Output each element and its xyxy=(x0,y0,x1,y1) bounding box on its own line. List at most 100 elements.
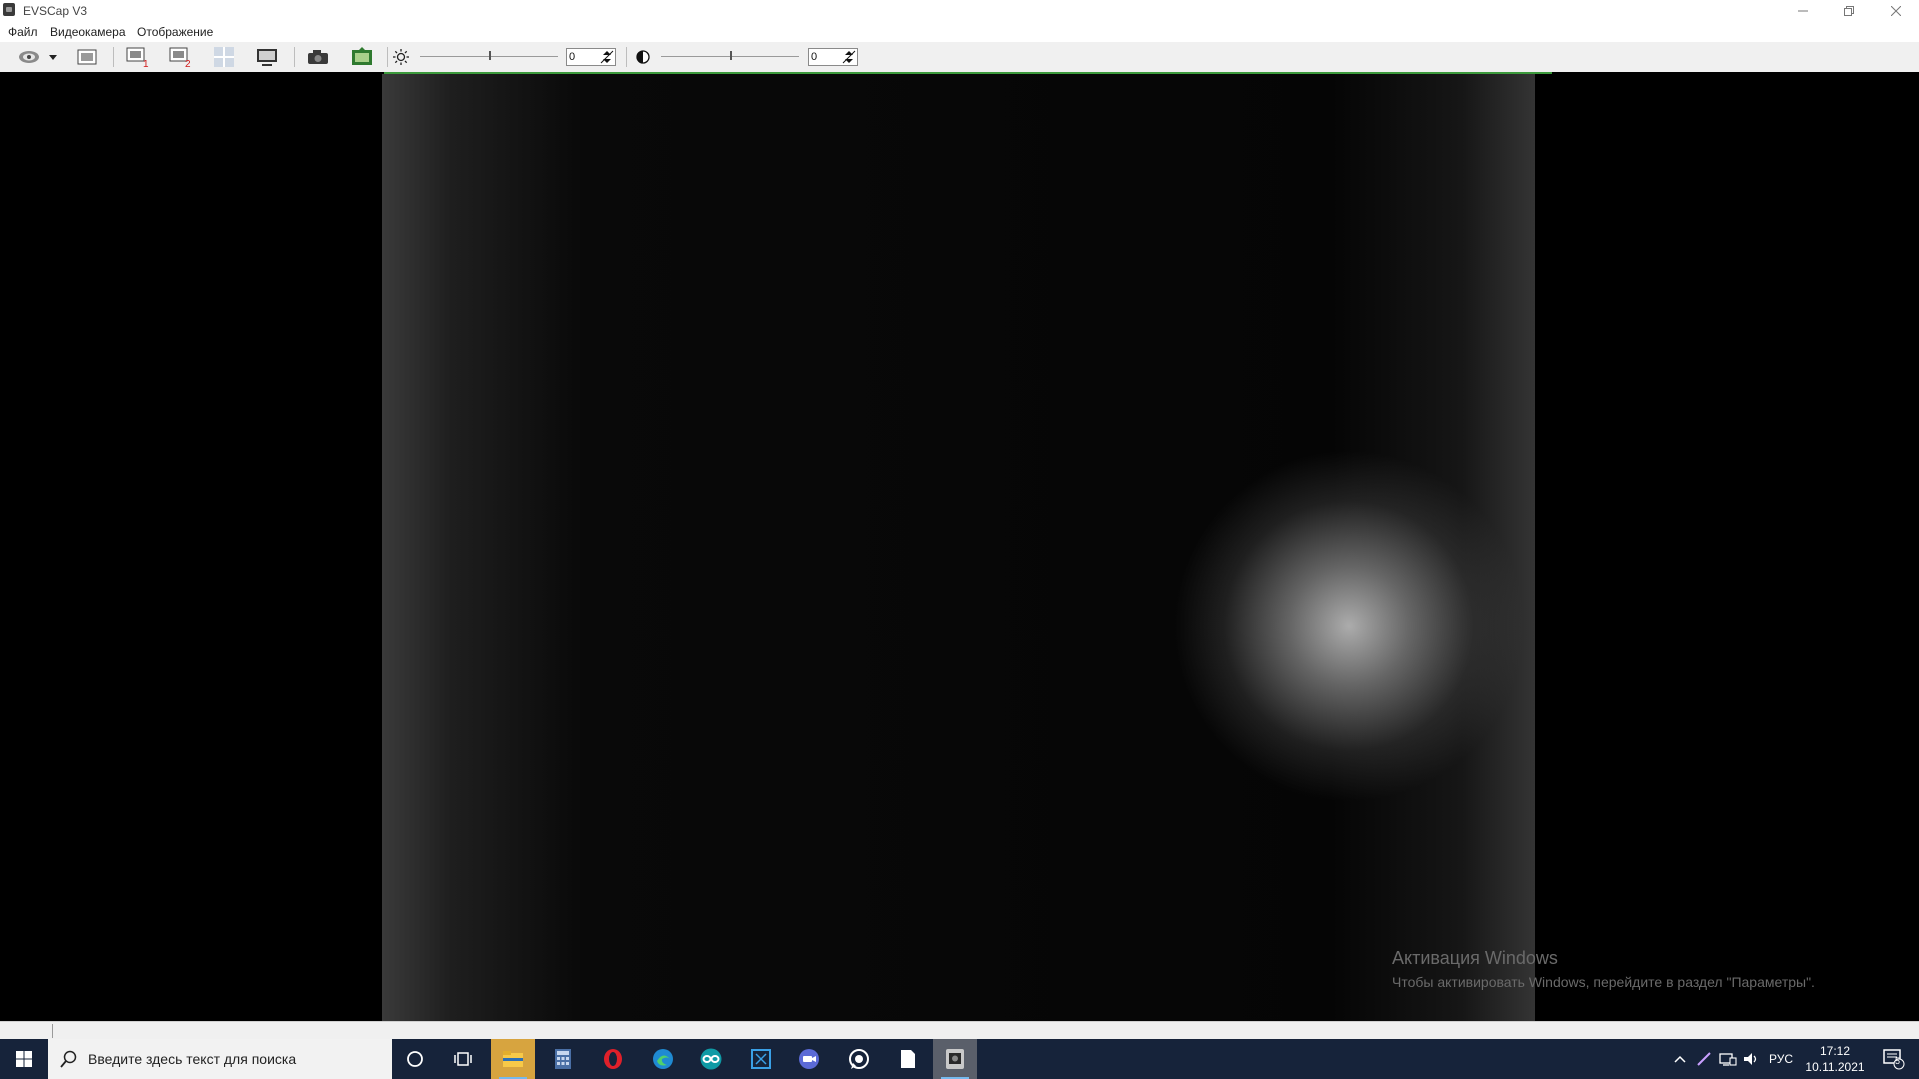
activation-watermark-text: Чтобы активировать Windows, перейдите в … xyxy=(1392,974,1815,990)
evscap-button[interactable] xyxy=(933,1039,977,1079)
activation-watermark-title: Активация Windows xyxy=(1392,948,1558,968)
status-bar xyxy=(0,1021,1919,1039)
close-button[interactable] xyxy=(1873,0,1919,22)
taskbar: Введите здесь текст для поиска РУС 17:12… xyxy=(0,1039,1919,1079)
cortana-icon xyxy=(407,1051,423,1067)
calculator-icon xyxy=(555,1049,571,1069)
show-hidden-icons-button[interactable] xyxy=(1670,1039,1690,1079)
calculator-button[interactable] xyxy=(541,1039,585,1079)
chevron-up-icon xyxy=(1674,1055,1686,1063)
zoom-icon xyxy=(799,1049,819,1069)
arduino-icon xyxy=(700,1048,722,1070)
taskbar-search[interactable]: Введите здесь текст для поиска xyxy=(48,1039,392,1079)
file-explorer-icon xyxy=(503,1051,523,1067)
brightness-icon xyxy=(393,49,409,65)
video-device-button[interactable] xyxy=(74,46,100,68)
whatsapp-icon xyxy=(849,1049,869,1069)
opera-button[interactable] xyxy=(591,1039,635,1079)
video-1-icon: 1 xyxy=(126,47,149,67)
clock-time: 17:12 xyxy=(1819,1044,1851,1058)
whatsapp-button[interactable] xyxy=(837,1039,881,1079)
dropdown-arrow-icon xyxy=(49,54,57,60)
photo-export-icon xyxy=(352,47,372,65)
task-view-icon xyxy=(454,1052,472,1066)
cortana-button[interactable] xyxy=(393,1039,437,1079)
menu-display[interactable]: Отображение xyxy=(137,25,213,39)
restore-icon xyxy=(1844,6,1854,16)
contrast-spin-icon[interactable] xyxy=(842,50,856,64)
brightness-value: 0 xyxy=(569,51,576,63)
title-bar: EVSCap V3 xyxy=(0,0,1919,22)
volume-button[interactable] xyxy=(1741,1039,1763,1079)
edge-button[interactable] xyxy=(641,1039,685,1079)
arduino-button[interactable] xyxy=(689,1039,733,1079)
notification-center-button[interactable]: 5 xyxy=(1874,1039,1914,1079)
brightness-spin-icon[interactable] xyxy=(600,50,614,64)
brightness-slider-thumb[interactable] xyxy=(489,51,491,60)
brightness-label xyxy=(389,46,413,68)
notepad-button[interactable] xyxy=(886,1039,930,1079)
webcam-icon xyxy=(19,51,39,63)
camera-preview xyxy=(382,74,1535,1021)
notepad-icon xyxy=(901,1050,915,1068)
notification-icon xyxy=(1883,1049,1905,1070)
file-explorer-button[interactable] xyxy=(491,1039,535,1079)
edge-icon xyxy=(653,1049,673,1069)
evscap-icon xyxy=(946,1049,964,1069)
camera-snapshot-icon xyxy=(308,50,328,64)
video-2-button[interactable]: 2 xyxy=(167,46,193,68)
task-view-button[interactable] xyxy=(441,1039,485,1079)
menu-bar: Файл Видеокамера Отображение xyxy=(0,22,1919,42)
webcam-dropdown[interactable] xyxy=(46,46,60,68)
contrast-slider-thumb[interactable] xyxy=(730,51,732,60)
minimize-icon xyxy=(1798,10,1808,12)
menu-file[interactable]: Файл xyxy=(8,25,38,39)
app-icon xyxy=(751,1049,771,1069)
windows-logo-icon xyxy=(16,1051,32,1067)
app-button[interactable] xyxy=(739,1039,783,1079)
window-title: EVSCap V3 xyxy=(23,4,88,18)
toolbar-separator xyxy=(626,47,627,67)
pen-icon xyxy=(1697,1052,1711,1066)
start-button[interactable] xyxy=(0,1039,48,1079)
restore-button[interactable] xyxy=(1826,0,1872,22)
grid-button[interactable] xyxy=(211,46,237,68)
status-divider xyxy=(52,1024,53,1038)
clock-date: 10.11.2021 xyxy=(1805,1060,1865,1074)
notification-count: 5 xyxy=(1895,1056,1901,1066)
monitor-settings-icon xyxy=(257,49,277,66)
network-button[interactable] xyxy=(1717,1039,1739,1079)
toolbar: 1 2 0 0 xyxy=(0,42,1919,72)
contrast-icon xyxy=(636,50,650,64)
zoom-button[interactable] xyxy=(787,1039,831,1079)
network-icon xyxy=(1719,1053,1737,1066)
webcam-button[interactable] xyxy=(16,46,42,68)
volume-icon xyxy=(1744,1053,1757,1065)
pen-tray-button[interactable] xyxy=(1693,1039,1715,1079)
contrast-value: 0 xyxy=(811,51,818,63)
toolbar-separator xyxy=(113,47,114,67)
menu-videocamera[interactable]: Видеокамера xyxy=(50,25,126,39)
opera-icon xyxy=(604,1049,622,1069)
toolbar-separator xyxy=(387,47,388,67)
minimize-button[interactable] xyxy=(1780,0,1826,22)
app-icon xyxy=(3,3,15,16)
monitor-settings-button[interactable] xyxy=(254,46,280,68)
preview-border xyxy=(384,72,1552,74)
clock[interactable]: 17:12 10.11.2021 xyxy=(1800,1043,1870,1075)
brightness-value-field[interactable]: 0 xyxy=(566,48,616,66)
video-device-icon xyxy=(77,49,97,65)
language-indicator[interactable]: РУС xyxy=(1766,1039,1796,1079)
contrast-label xyxy=(631,46,655,68)
svg-text:1: 1 xyxy=(143,59,149,67)
toolbar-separator xyxy=(294,47,295,67)
grid-icon xyxy=(214,47,234,67)
search-icon xyxy=(60,1050,77,1068)
photo-export-button[interactable] xyxy=(349,46,375,68)
search-placeholder: Введите здесь текст для поиска xyxy=(88,1051,297,1067)
close-icon xyxy=(1891,6,1901,16)
video-1-button[interactable]: 1 xyxy=(124,46,150,68)
contrast-value-field[interactable]: 0 xyxy=(808,48,858,66)
video-2-icon: 2 xyxy=(169,47,191,67)
snapshot-button[interactable] xyxy=(305,46,331,68)
